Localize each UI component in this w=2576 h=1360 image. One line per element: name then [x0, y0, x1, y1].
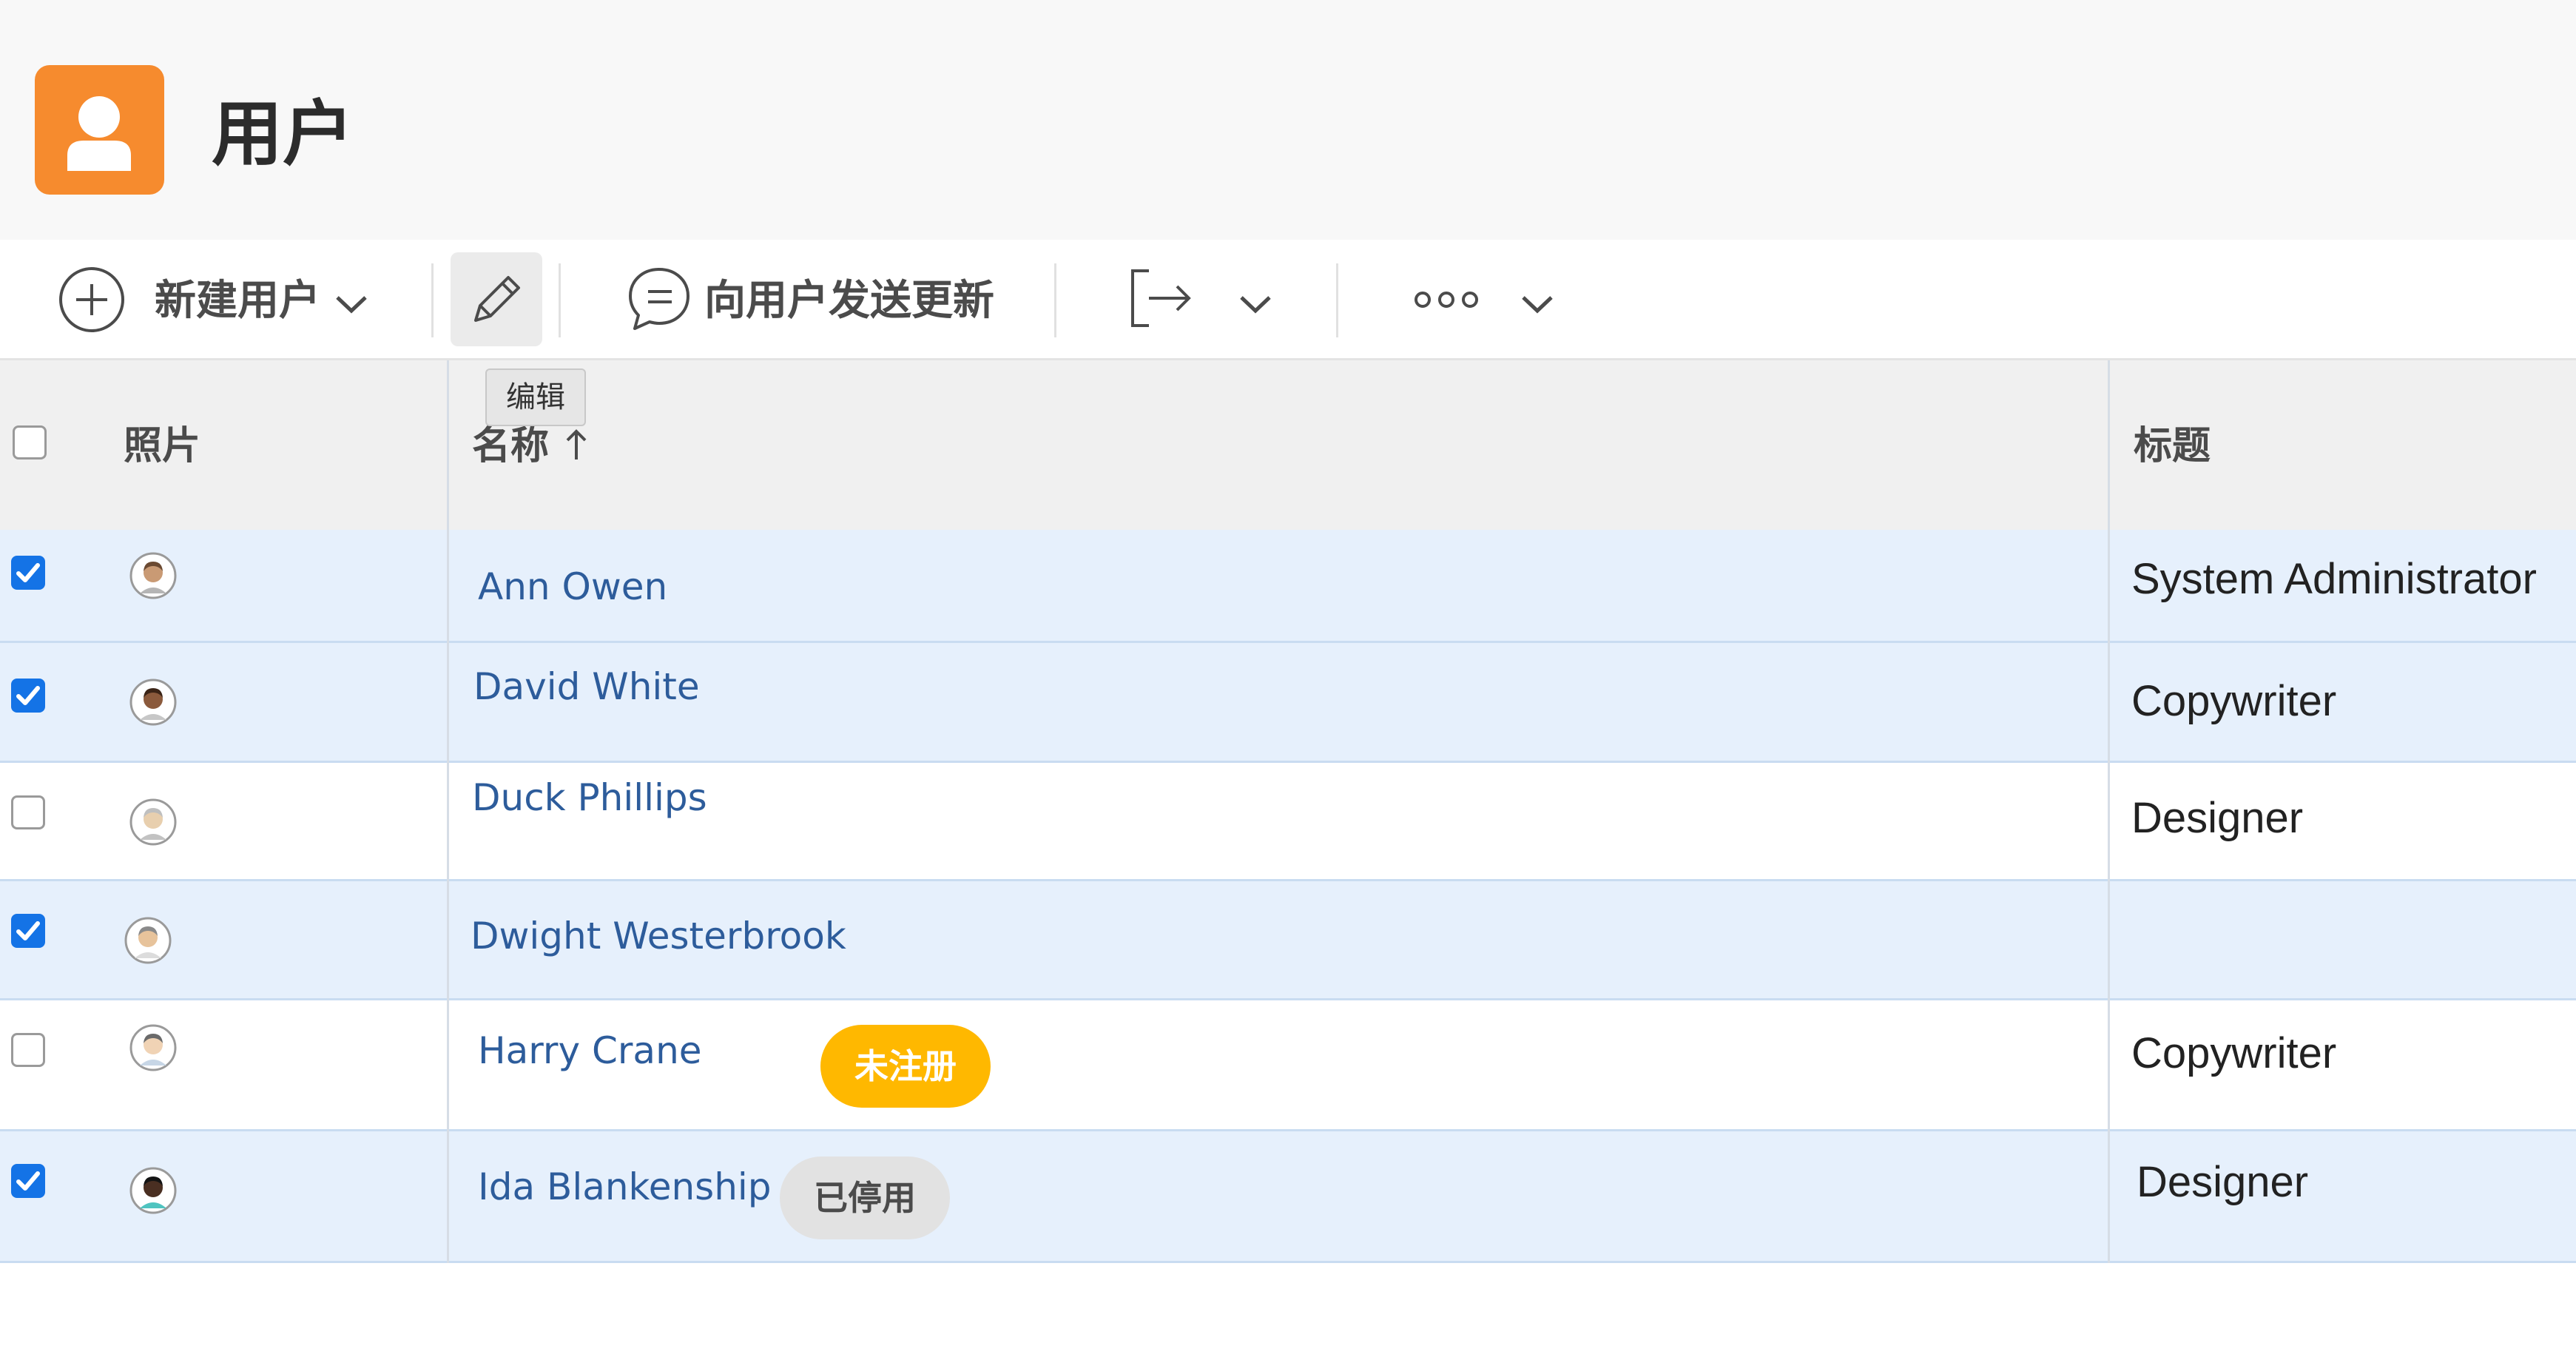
avatar: [129, 1024, 177, 1071]
table-row[interactable]: Dwight Westerbrook: [0, 881, 2576, 1000]
column-divider: [447, 360, 449, 530]
table-row[interactable]: Harry Crane 未注册 Copywriter: [0, 1000, 2576, 1131]
toolbar-divider: [431, 263, 434, 337]
user-name-link[interactable]: David White: [473, 664, 700, 710]
toolbar-divider: [559, 263, 561, 337]
row-checkbox[interactable]: [11, 795, 45, 829]
more-icon: [1415, 292, 1478, 308]
pencil-icon: [474, 276, 520, 322]
avatar: [129, 552, 177, 599]
export-menu-button[interactable]: [1128, 262, 1276, 336]
avatar: [124, 917, 172, 964]
table-row[interactable]: David White Copywriter: [0, 643, 2576, 763]
column-divider: [447, 763, 449, 881]
select-all-checkbox[interactable]: [13, 425, 47, 459]
avatar: [129, 1167, 177, 1214]
chevron-down-icon: [1240, 296, 1271, 314]
column-divider: [447, 1131, 449, 1263]
column-divider: [447, 881, 449, 1000]
new-user-button[interactable]: 新建用户: [56, 262, 374, 336]
row-checkbox[interactable]: [11, 914, 45, 948]
table-row[interactable]: Ann Owen System Administrator: [0, 530, 2576, 643]
column-divider: [2108, 763, 2110, 881]
user-title: Copywriter: [2131, 1029, 2337, 1077]
checkmark-icon: [16, 921, 40, 940]
plus-circle-icon: [59, 267, 124, 332]
toolbar: 新建用户 向用户发送更新: [0, 240, 2576, 360]
chevron-down-icon: [1522, 296, 1553, 314]
column-divider: [2108, 881, 2110, 1000]
edit-tooltip: 编辑: [485, 368, 586, 426]
toolbar-divider: [1336, 263, 1338, 337]
column-header-title: 标题: [2134, 424, 2211, 468]
table-row[interactable]: Ida Blankenship 已停用 Designer: [0, 1131, 2576, 1263]
edit-button[interactable]: [451, 252, 542, 346]
user-name-link[interactable]: Ida Blankenship: [478, 1164, 772, 1210]
column-divider: [447, 1000, 449, 1131]
sort-ascending-icon: [566, 429, 587, 459]
user-name-link[interactable]: Harry Crane: [478, 1028, 702, 1074]
page-title: 用户: [212, 92, 354, 175]
chat-bubble-icon: [629, 268, 689, 330]
column-header-name-label: 名称: [472, 424, 550, 468]
user-icon: [35, 65, 164, 195]
row-checkbox[interactable]: [11, 679, 45, 713]
column-divider: [447, 530, 449, 643]
send-update-label: 向用户发送更新: [704, 277, 994, 325]
row-checkbox[interactable]: [11, 556, 45, 590]
avatar: [129, 798, 177, 846]
column-header-name[interactable]: 名称: [472, 418, 605, 474]
column-divider: [2108, 530, 2110, 643]
table-header: 照片 名称 标题: [0, 360, 2576, 530]
user-title: Designer: [2137, 1158, 2309, 1206]
column-header-photo: 照片: [124, 424, 201, 468]
toolbar-divider: [1054, 263, 1056, 337]
row-checkbox[interactable]: [11, 1033, 45, 1067]
chevron-down-icon: [336, 296, 367, 314]
row-checkbox[interactable]: [11, 1164, 45, 1198]
column-divider: [2108, 643, 2110, 763]
checkmark-icon: [16, 1171, 40, 1191]
column-divider: [2108, 1000, 2110, 1131]
column-divider: [2108, 1131, 2110, 1263]
checkmark-icon: [16, 563, 40, 582]
user-name-link[interactable]: Duck Phillips: [472, 775, 707, 821]
unregistered-badge: 未注册: [820, 1025, 991, 1108]
avatar: [129, 679, 177, 726]
table-row[interactable]: Duck Phillips Designer: [0, 763, 2576, 881]
checkmark-icon: [16, 686, 40, 705]
send-update-button[interactable]: 向用户发送更新: [626, 262, 996, 336]
new-user-label: 新建用户: [155, 277, 320, 325]
disabled-badge: 已停用: [780, 1157, 950, 1239]
row-divider: [0, 1261, 2576, 1263]
user-name-link[interactable]: Dwight Westerbrook: [471, 913, 846, 959]
user-title: System Administrator: [2131, 555, 2537, 603]
column-divider: [2108, 360, 2110, 530]
user-title: Copywriter: [2131, 677, 2337, 725]
user-name-link[interactable]: Ann Owen: [478, 564, 667, 610]
more-actions-button[interactable]: [1406, 262, 1561, 336]
page-header: 用户: [0, 0, 2576, 240]
column-divider: [447, 643, 449, 763]
user-title: Designer: [2131, 794, 2304, 842]
export-icon: [1131, 269, 1191, 327]
